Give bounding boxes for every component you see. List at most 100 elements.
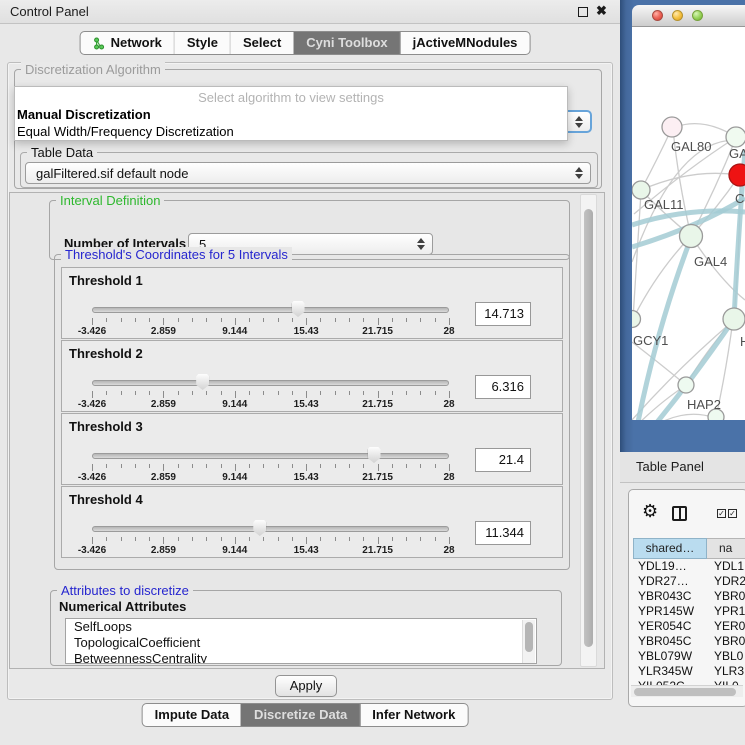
close-icon[interactable]: ✖ xyxy=(596,3,607,19)
close-traffic-light-icon[interactable] xyxy=(652,10,663,21)
network-node[interactable] xyxy=(678,377,694,393)
network-edge[interactable] xyxy=(632,414,715,420)
network-node[interactable] xyxy=(680,225,703,248)
network-node-label: GAL11 xyxy=(644,197,684,212)
minimize-traffic-light-icon[interactable] xyxy=(672,10,683,21)
slider-tick xyxy=(449,464,450,471)
slider-tick xyxy=(349,318,350,322)
numerical-attributes-list[interactable]: SelfLoopsTopologicalCoefficientBetweenne… xyxy=(65,618,537,664)
slider-track[interactable] xyxy=(92,307,449,313)
slider-tick xyxy=(420,537,421,541)
table-row[interactable]: YPR145WYPR1 xyxy=(633,604,745,619)
slider-tick xyxy=(406,537,407,541)
zoom-traffic-light-icon[interactable] xyxy=(692,10,703,21)
slider-tick xyxy=(449,391,450,398)
cell-shared-name: YBR045C xyxy=(633,634,707,649)
slider-tick xyxy=(206,391,207,395)
attribute-list-item[interactable]: BetweennessCentrality xyxy=(66,651,536,664)
slider-track[interactable] xyxy=(92,453,449,459)
network-node[interactable] xyxy=(723,308,745,330)
table-row[interactable]: YDR27…YDR2 xyxy=(633,574,745,589)
slider-tick xyxy=(178,537,179,541)
apply-button[interactable]: Apply xyxy=(275,675,337,697)
algorithm-option-manual[interactable]: Manual Discretization xyxy=(17,107,151,122)
threshold-value-field[interactable]: 11.344 xyxy=(475,521,531,545)
tab-impute-data[interactable]: Impute Data xyxy=(143,704,241,726)
table-row[interactable]: YER054CYER0 xyxy=(633,619,745,634)
network-node[interactable] xyxy=(726,127,745,147)
column-header-name[interactable]: na xyxy=(707,538,745,559)
attribute-list-item[interactable]: SelfLoops xyxy=(66,619,536,635)
slider-thumb[interactable] xyxy=(292,301,305,317)
slider-tick xyxy=(363,391,364,395)
gear-icon[interactable]: ⚙ xyxy=(642,501,658,522)
table-row[interactable]: YLR345WYLR3 xyxy=(633,664,745,679)
slider-tick xyxy=(335,391,336,395)
slider-tick xyxy=(263,391,264,395)
network-node[interactable] xyxy=(632,311,641,328)
attributes-list-scrollbar[interactable] xyxy=(522,620,535,664)
network-edge[interactable] xyxy=(641,173,738,190)
table-data-select[interactable]: galFiltered.sif default node xyxy=(25,162,591,184)
network-icon xyxy=(93,37,106,50)
table-row[interactable]: YBR043CYBR0 xyxy=(633,589,745,604)
slider-tick-label: 15.43 xyxy=(276,472,336,483)
table-row[interactable]: YBL079WYBL0 xyxy=(633,649,745,664)
settings-vertical-scrollbar[interactable] xyxy=(580,194,597,667)
interval-definition-title: Interval Definition xyxy=(56,193,164,208)
tab-jactivemnodules[interactable]: jActiveMNodules xyxy=(400,32,530,54)
slider-track[interactable] xyxy=(92,526,449,532)
slider-tick xyxy=(92,537,93,544)
slider-tick xyxy=(292,464,293,468)
slider-tick-label: 9.144 xyxy=(205,545,265,556)
slider-tick xyxy=(320,318,321,322)
threshold-value-field[interactable]: 6.316 xyxy=(475,375,531,399)
tab-discretize-data[interactable]: Discretize Data xyxy=(241,704,359,726)
table-header-row: shared… na xyxy=(633,538,745,559)
tab-style[interactable]: Style xyxy=(174,32,230,54)
threshold-value-field[interactable]: 14.713 xyxy=(475,302,531,326)
slider-tick xyxy=(221,464,222,468)
tab-network[interactable]: Network xyxy=(81,32,174,54)
network-window-titlebar[interactable] xyxy=(632,5,745,27)
table-data-group: Table Data galFiltered.sif default node xyxy=(20,152,598,188)
slider-thumb[interactable] xyxy=(196,374,209,390)
slider-tick xyxy=(378,318,379,325)
column-header-shared-name[interactable]: shared… xyxy=(633,538,707,559)
slider-thumb[interactable] xyxy=(368,447,381,463)
attribute-list-item[interactable]: TopologicalCoefficient xyxy=(66,635,536,651)
slider-tick xyxy=(163,391,164,398)
table-row[interactable]: YBR045CYBR0 xyxy=(633,634,745,649)
threshold-coordinates-title: Threshold's Coordinates for 5 Intervals xyxy=(61,247,292,262)
network-node[interactable] xyxy=(662,117,682,137)
slider-track[interactable] xyxy=(92,380,449,386)
cell-shared-name: YDR27… xyxy=(633,574,707,589)
slider-tick xyxy=(363,537,364,541)
network-edge[interactable] xyxy=(633,237,690,319)
tab-infer-network[interactable]: Infer Network xyxy=(359,704,467,726)
tab-select[interactable]: Select xyxy=(230,32,293,54)
checkboxes-icon[interactable]: ✓✓ xyxy=(717,509,737,518)
slider-tick xyxy=(106,537,107,541)
network-node[interactable] xyxy=(729,164,745,186)
slider-tick xyxy=(435,464,436,468)
slider-tick xyxy=(349,391,350,395)
columns-icon[interactable] xyxy=(672,506,687,521)
table-data-selected-value: galFiltered.sif default node xyxy=(36,166,188,181)
top-tab-strip: NetworkStyleSelectCyni ToolboxjActiveMNo… xyxy=(80,31,531,55)
control-panel-titlebar: Control Panel ✖ xyxy=(0,0,622,24)
threshold-value-field[interactable]: 21.4 xyxy=(475,448,531,472)
network-canvas[interactable]: GAL80GACGAL11GAL4GCY1HHAP2 xyxy=(632,27,745,420)
slider-tick xyxy=(420,391,421,395)
float-icon[interactable] xyxy=(578,7,588,17)
cell-shared-name: YBR043C xyxy=(633,589,707,604)
algorithm-option-equal-width[interactable]: Equal Width/Frequency Discretization xyxy=(17,124,234,139)
slider-thumb[interactable] xyxy=(253,520,266,536)
table-row[interactable]: YDL19…YDL1 xyxy=(633,559,745,574)
slider-tick xyxy=(163,537,164,544)
slider-tick xyxy=(121,537,122,541)
discretization-algorithm-title: Discretization Algorithm xyxy=(21,62,165,77)
table-horizontal-scrollbar[interactable] xyxy=(631,685,743,697)
tab-cyni-toolbox[interactable]: Cyni Toolbox xyxy=(293,32,399,54)
network-edge[interactable] xyxy=(632,342,686,385)
